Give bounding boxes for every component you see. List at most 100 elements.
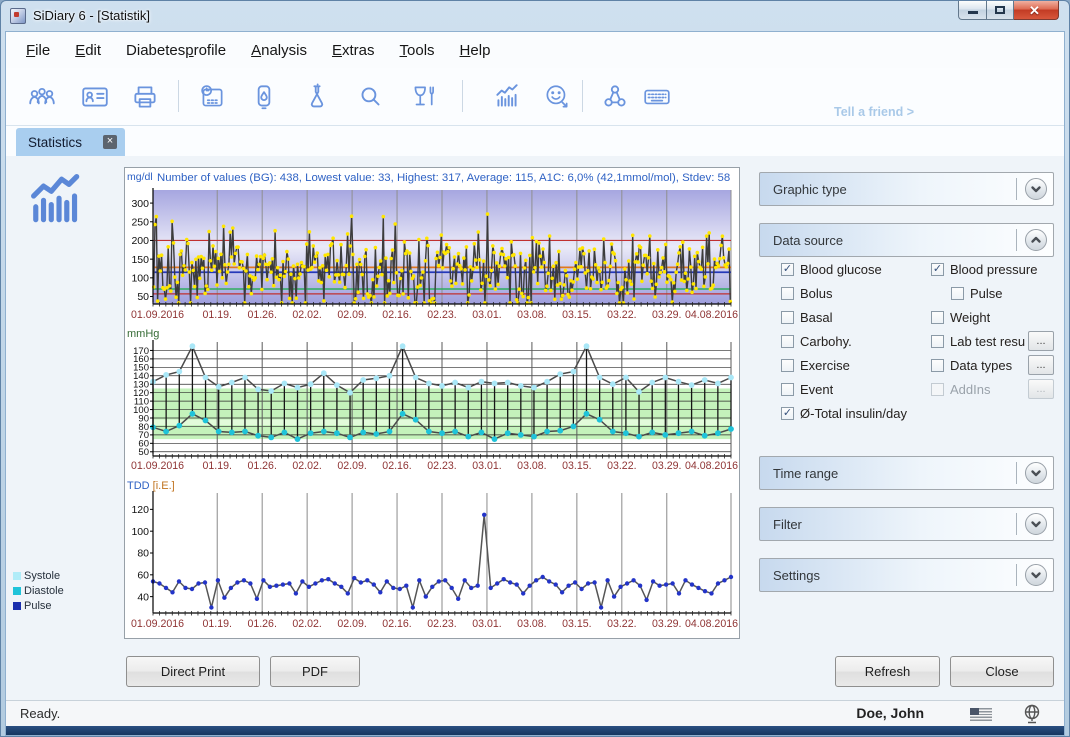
- menu-edit[interactable]: Edit: [75, 42, 101, 59]
- panel-title: Settings: [773, 568, 1016, 583]
- svg-text:02.02.: 02.02.: [292, 309, 321, 321]
- svg-text:02.09.: 02.09.: [337, 309, 366, 321]
- logbook-calendar-icon[interactable]: [197, 82, 227, 112]
- more-options-button[interactable]: ...: [1028, 331, 1054, 351]
- direct-print-button[interactable]: Direct Print: [126, 656, 260, 687]
- checkbox-lab-test-resu[interactable]: Lab test resu...: [931, 329, 1054, 353]
- keyboard-icon[interactable]: [642, 82, 672, 112]
- checkbox-label: Ø-Total insulin/day: [800, 406, 907, 421]
- checkbox-label: Weight: [950, 310, 990, 325]
- checkbox-label: Bolus: [800, 286, 833, 301]
- window-controls: ✕: [958, 1, 1059, 20]
- checkbox-box[interactable]: [781, 383, 794, 396]
- nutrition-icon[interactable]: [409, 82, 439, 112]
- checkbox-exercise[interactable]: Exercise: [781, 353, 931, 377]
- tab-label: Statistics: [28, 135, 103, 150]
- tab-close-icon[interactable]: ×: [103, 135, 117, 149]
- chevron-down-icon[interactable]: [1025, 462, 1047, 484]
- panel-data-source[interactable]: Data source: [759, 223, 1054, 257]
- svg-text:04.08.2016: 04.08.2016: [685, 460, 738, 472]
- checkbox--total-insulin-day[interactable]: ✓ Ø-Total insulin/day: [781, 401, 931, 425]
- svg-text:03.29.: 03.29.: [652, 618, 681, 630]
- panel-graphic-type[interactable]: Graphic type: [759, 172, 1054, 206]
- menu-tools[interactable]: Tools: [400, 42, 435, 59]
- checkbox-box[interactable]: [951, 287, 964, 300]
- chart-panel: 5010015020025030001.09.201601.19.01.26.0…: [124, 167, 740, 639]
- chart-legend: Systole Diastole Pulse: [13, 568, 64, 613]
- glucose-meter-icon[interactable]: [249, 82, 279, 112]
- checkbox-box[interactable]: [781, 287, 794, 300]
- checkbox-basal[interactable]: Basal: [781, 305, 931, 329]
- menu-diabetesprofile[interactable]: Diabetesprofile: [126, 42, 226, 59]
- checkbox-box[interactable]: [781, 335, 794, 348]
- svg-text:03.29.: 03.29.: [652, 460, 681, 472]
- legend-item-systole: Systole: [13, 568, 64, 583]
- svg-text:150: 150: [131, 254, 149, 266]
- checkbox-box[interactable]: ✓: [781, 263, 794, 276]
- chevron-down-icon[interactable]: [1025, 178, 1047, 200]
- chevron-down-icon[interactable]: [1025, 513, 1047, 535]
- tab-bar: Statistics ×: [6, 126, 1064, 156]
- chevron-down-icon[interactable]: [1025, 564, 1047, 586]
- legend-swatch: [13, 572, 21, 580]
- language-flag-icon[interactable]: [970, 708, 992, 721]
- users-icon[interactable]: [27, 82, 57, 112]
- panel-filter[interactable]: Filter: [759, 507, 1054, 541]
- checkbox-box[interactable]: [931, 335, 944, 348]
- checkbox-event[interactable]: Event: [781, 377, 931, 401]
- checkbox-data-types[interactable]: Data types...: [931, 353, 1054, 377]
- svg-text:02.02.: 02.02.: [292, 460, 321, 472]
- panel-settings[interactable]: Settings: [759, 558, 1054, 592]
- checkbox-blood-glucose[interactable]: ✓Blood glucose: [781, 257, 931, 281]
- wellness-smiley-icon[interactable]: [542, 82, 572, 112]
- close-window-button[interactable]: ✕: [1014, 1, 1059, 20]
- lab-tests-icon[interactable]: [302, 82, 332, 112]
- svg-text:01.19.: 01.19.: [202, 618, 231, 630]
- toolbar-separator: [178, 80, 179, 112]
- print-icon[interactable]: [130, 82, 160, 112]
- status-text: Ready.: [20, 706, 60, 721]
- panel-title: Graphic type: [773, 182, 1016, 197]
- toolbar: Tell a friend >: [6, 68, 1064, 126]
- statistics-icon[interactable]: [492, 82, 522, 112]
- checkbox-weight[interactable]: Weight: [931, 305, 1054, 329]
- checkbox-box[interactable]: [931, 311, 944, 324]
- pdf-button[interactable]: PDF: [270, 656, 360, 687]
- checkbox-pulse[interactable]: Pulse: [931, 281, 1054, 305]
- tab-statistics[interactable]: Statistics ×: [16, 128, 125, 156]
- checkbox-box[interactable]: [781, 359, 794, 372]
- title-bar[interactable]: SiDiary 6 - [Statistik] ✕: [1, 1, 1069, 31]
- checkbox-box[interactable]: [931, 359, 944, 372]
- panel-time-range[interactable]: Time range: [759, 456, 1054, 490]
- more-options-button[interactable]: ...: [1028, 355, 1054, 375]
- checkbox-label: Basal: [800, 310, 833, 325]
- share-icon[interactable]: [600, 82, 630, 112]
- checkbox-label: Pulse: [970, 286, 1003, 301]
- svg-text:01.26.: 01.26.: [247, 618, 276, 630]
- patient-card-icon[interactable]: [80, 82, 110, 112]
- close-button[interactable]: Close: [950, 656, 1054, 687]
- checkbox-blood-pressure[interactable]: ✓Blood pressure: [931, 257, 1054, 281]
- checkbox-box[interactable]: ✓: [781, 407, 794, 420]
- legend-label: Pulse: [24, 600, 52, 612]
- checkbox-carbohy-[interactable]: Carbohy.: [781, 329, 931, 353]
- checkbox-box[interactable]: ✓: [931, 263, 944, 276]
- checkbox-bolus[interactable]: Bolus: [781, 281, 931, 305]
- menu-extras[interactable]: Extras: [332, 42, 375, 59]
- svg-text:01.26.: 01.26.: [247, 460, 276, 472]
- tell-a-friend-link[interactable]: Tell a friend >: [834, 105, 914, 119]
- checkbox-box[interactable]: [781, 311, 794, 324]
- menu-help[interactable]: Help: [460, 42, 491, 59]
- chevron-up-icon[interactable]: [1025, 229, 1047, 251]
- search-icon[interactable]: [355, 82, 385, 112]
- minimize-button[interactable]: [958, 1, 987, 20]
- maximize-button[interactable]: [987, 1, 1014, 20]
- refresh-button[interactable]: Refresh: [835, 656, 940, 687]
- legend-label: Diastole: [24, 585, 64, 597]
- checkbox-label: Event: [800, 382, 833, 397]
- checkbox-box[interactable]: [931, 383, 944, 396]
- close-icon: ✕: [1029, 3, 1040, 19]
- menu-analysis[interactable]: Analysis: [251, 42, 307, 59]
- menu-file[interactable]: File: [26, 42, 50, 59]
- svg-text:03.29.: 03.29.: [652, 309, 681, 321]
